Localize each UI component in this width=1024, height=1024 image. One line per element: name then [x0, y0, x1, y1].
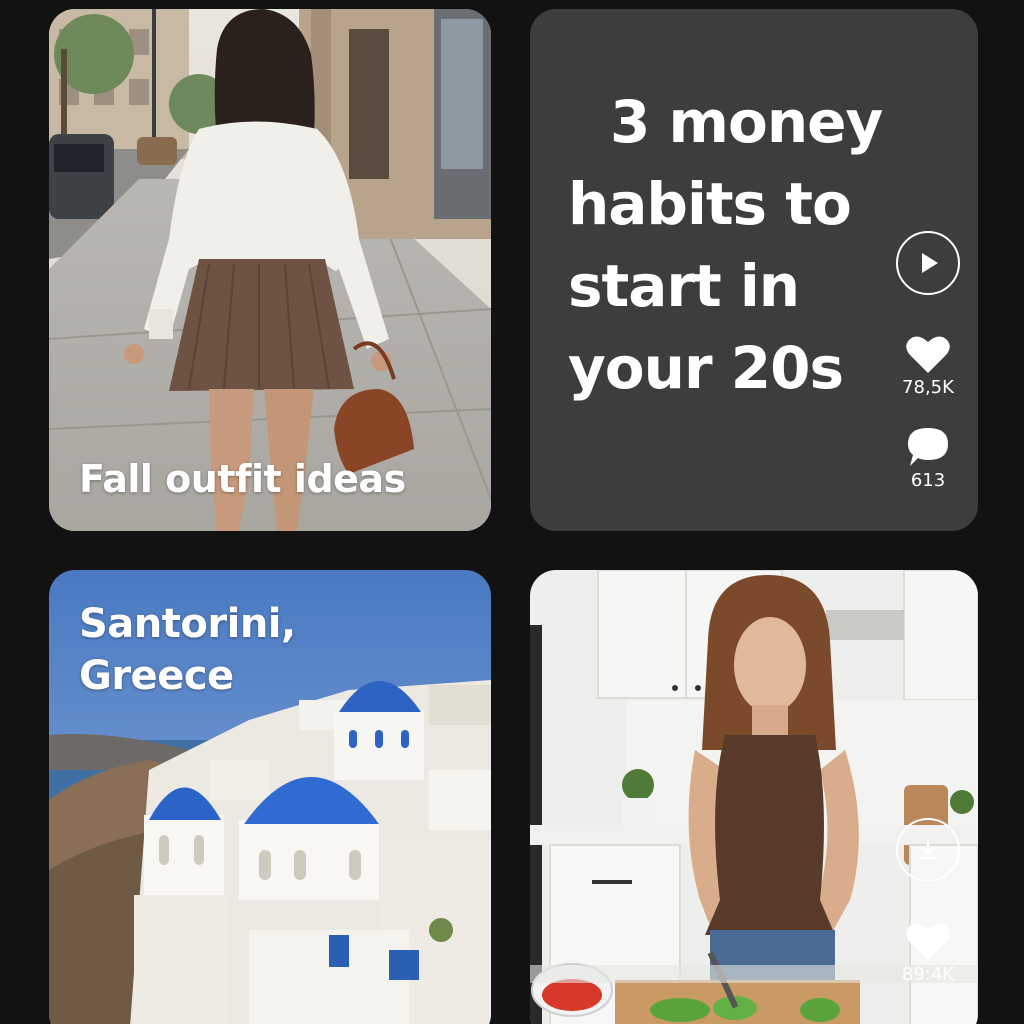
download-button[interactable] [896, 818, 960, 882]
like-button[interactable] [905, 920, 951, 962]
title-line: Santorini, [79, 601, 296, 647]
download-icon [920, 840, 936, 860]
video-title: Santorini, Greece [79, 598, 296, 702]
action-rail: 89:4K [893, 818, 963, 985]
video-card-fall-outfit[interactable]: Fall outfit ideas [49, 9, 491, 531]
video-title: Fall outfit ideas [79, 457, 406, 501]
video-card-kitchen[interactable]: 89:4K [530, 570, 978, 1024]
heart-icon [906, 336, 950, 373]
action-rail: 78,5K 613 [893, 231, 963, 491]
play-button[interactable] [896, 231, 960, 295]
play-icon [922, 253, 938, 273]
comment-icon [908, 428, 948, 466]
video-card-money-habits[interactable]: 3 money habits to start in your 20s 78,5… [530, 9, 978, 531]
title-line: habits to [568, 170, 852, 238]
title-line: 3 money [610, 88, 883, 156]
like-count: 78,5K [902, 377, 954, 398]
title-line: your 20s [568, 334, 844, 402]
comment-count: 613 [910, 470, 946, 491]
comment-button[interactable] [906, 426, 950, 468]
title-line: start in [568, 252, 800, 320]
like-count: 89:4K [901, 964, 955, 985]
video-thumbnail-street [49, 9, 491, 531]
video-card-santorini[interactable]: Santorini, Greece [49, 570, 491, 1024]
like-button[interactable] [905, 333, 951, 375]
heart-icon [906, 923, 950, 960]
video-title: 3 money habits to start in your 20s [568, 81, 898, 409]
video-feed-grid: Fall outfit ideas 3 money habits to star… [0, 0, 1024, 1024]
title-line: Greece [79, 653, 234, 699]
